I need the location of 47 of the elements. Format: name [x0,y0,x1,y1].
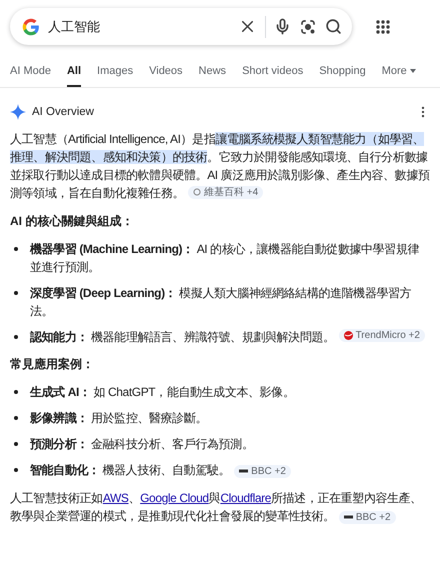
paragraph: 人工智慧（Artificial Intelligence, AI）是指讓電腦系統模擬人類智慧能力（如學習、推理、解決問題、感知和決策）的技術。它致力於開發能感知環境、自行分析數據並採取行動以達成目標的軟體與硬體。AI 廣泛應用於識別影像、產生內容、數據預測等領域，旨在自動化複雜任務。 維基百科 +4 [10,131,430,202]
section-heading: AI 的核心關鍵與組成： [10,213,134,230]
tab[interactable]: AI Mode [10,65,51,87]
bullet-icon [14,291,18,295]
list-item-text: 深度學習 (Deep Learning)： 模擬人類大腦神經網絡結構的進階機器學習方法。 [30,285,412,320]
overview-title: AI Overview [32,106,95,118]
list-item-text: 智能自動化： 機器人技術、自動駕駛。 BBC +2 [30,461,430,479]
list-item-text: 預測分析： 金融科技分析、客戶行為預測。 [30,436,254,453]
sparkle-icon [10,104,26,120]
list-item-text: 機器學習 (Machine Learning)： AI 的核心，讓機器能自動從數據中學習規律並進行預測。 [30,241,420,276]
link[interactable]: Cloudflare [220,491,272,505]
dash-icon [344,515,353,519]
source-chip[interactable]: BBC +2 [234,464,291,478]
tab[interactable]: Videos [149,65,183,87]
caret-icon [410,69,416,73]
dash-icon [239,469,248,473]
link[interactable]: Google Cloud [140,491,209,505]
paragraph: 人工智慧技術正如AWS、Google Cloud與Cloudflare所描述，正在重塑內容生產、教學與企業營運的模式，是推動現代化社會發展的變革性技術。 BBC +2 [10,490,423,525]
link[interactable]: AWS [102,491,129,505]
microphone-icon[interactable] [274,18,291,35]
list-item-text: 認知能力： 機器能理解語言、辨識符號、規劃與解決問題。 TrendMicro +2 [30,328,430,346]
source-chip[interactable]: 維基百科 +4 [188,186,264,198]
tab[interactable]: All [66,65,82,87]
circle-icon [193,188,202,196]
search-field[interactable]: 人工智能 [10,8,352,45]
tab[interactable]: More [382,65,416,87]
camera-icon[interactable] [299,18,317,36]
ball-icon [344,331,353,340]
search-query[interactable]: 人工智能 [48,18,230,36]
bullet-icon [14,416,18,420]
search-icon[interactable] [325,18,342,35]
bullet-icon [14,468,18,472]
bullet-icon [14,335,18,339]
tab[interactable]: News [198,65,226,87]
bullet-icon [14,390,18,394]
tab[interactable]: Shopping [319,65,366,87]
google-logo-icon [22,18,40,36]
source-chip[interactable]: TrendMicro +2 [338,329,425,342]
list-item-text: 影像辨識： 用於監控、醫療診斷。 [30,410,208,427]
tab[interactable]: Short videos [242,65,304,87]
apps-grid-icon[interactable] [376,20,390,34]
tab[interactable]: Images [97,65,134,87]
bullet-icon [14,442,18,446]
source-chip[interactable]: BBC +2 [338,510,396,524]
section-heading: 常見應用案例： [10,356,95,373]
list-item-text: 生成式 AI： 如 ChatGPT，能自動生成文本、影像。 [30,384,296,401]
bullet-icon [14,247,18,251]
